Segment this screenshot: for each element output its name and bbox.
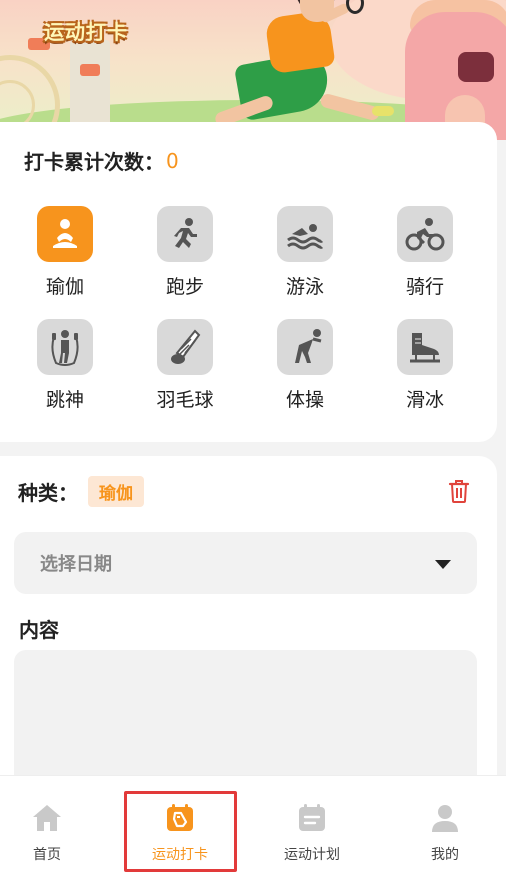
sport-checkin-icon xyxy=(167,804,193,831)
type-label: 种类： xyxy=(18,481,78,505)
yoga-icon xyxy=(37,206,93,262)
trash-icon[interactable] xyxy=(447,478,471,504)
sport-label: 滑冰 xyxy=(405,389,444,411)
type-row: 种类： 瑜伽 xyxy=(18,476,144,507)
tab-label: 运动计划 xyxy=(284,847,340,863)
checkin-form-card: 种类： 瑜伽 选择日期 内容 xyxy=(0,456,497,790)
type-badge: 瑜伽 xyxy=(88,476,144,507)
content-textarea[interactable] xyxy=(14,650,477,790)
calendar-plan-icon xyxy=(299,804,325,831)
sport-label: 跳神 xyxy=(45,389,84,411)
cycling-icon xyxy=(397,206,453,262)
sport-tile-yoga[interactable]: 瑜伽 xyxy=(15,206,115,299)
sport-tile-gymnastics[interactable]: 体操 xyxy=(255,319,355,412)
sport-selection-card: 打卡累计次数： 0 瑜伽 跑步 游泳 骑行 跳神 羽毛球 体操 滑冰 xyxy=(0,122,497,442)
jump-rope-icon xyxy=(37,319,93,375)
content-label: 内容 xyxy=(19,618,59,642)
caret-down-icon xyxy=(435,560,451,569)
sport-tile-jump-rope[interactable]: 跳神 xyxy=(15,319,115,412)
sport-tile-badminton[interactable]: 羽毛球 xyxy=(135,319,235,412)
tab-label: 我的 xyxy=(431,847,459,863)
sport-label: 瑜伽 xyxy=(45,276,84,298)
sport-tile-cycling[interactable]: 骑行 xyxy=(375,206,475,299)
sport-tile-skating[interactable]: 滑冰 xyxy=(375,319,475,412)
bottom-tab-bar: 首页 运动打卡 运动计划 我的 xyxy=(0,775,506,875)
date-picker[interactable]: 选择日期 xyxy=(14,532,477,594)
checkin-count: 打卡累计次数： 0 xyxy=(24,146,179,175)
sport-label: 游泳 xyxy=(285,276,324,298)
home-icon xyxy=(33,805,61,831)
tab-label: 运动打卡 xyxy=(152,847,208,863)
sport-label: 羽毛球 xyxy=(156,389,214,411)
tab-home[interactable]: 首页 xyxy=(0,776,110,875)
swimming-icon xyxy=(277,206,333,262)
sport-label: 体操 xyxy=(285,389,324,411)
tab-sport-checkin[interactable]: 运动打卡 xyxy=(117,776,243,875)
gymnastics-icon xyxy=(277,319,333,375)
user-icon xyxy=(432,805,458,832)
badminton-icon xyxy=(157,319,213,375)
sport-tile-running[interactable]: 跑步 xyxy=(135,206,235,299)
skating-icon xyxy=(397,319,453,375)
tab-mine[interactable]: 我的 xyxy=(382,776,506,875)
tab-sport-plan[interactable]: 运动计划 xyxy=(249,776,375,875)
sport-tile-swimming[interactable]: 游泳 xyxy=(255,206,355,299)
banner-title: 运动打卡 xyxy=(44,20,128,44)
date-placeholder: 选择日期 xyxy=(40,554,112,575)
sport-label: 骑行 xyxy=(405,276,444,298)
checkin-count-value: 0 xyxy=(166,148,179,173)
checkin-count-label: 打卡累计次数： xyxy=(24,150,164,174)
running-icon xyxy=(157,206,213,262)
banner: 运动打卡 xyxy=(0,0,506,140)
tab-label: 首页 xyxy=(33,847,61,863)
sport-label: 跑步 xyxy=(165,276,204,298)
